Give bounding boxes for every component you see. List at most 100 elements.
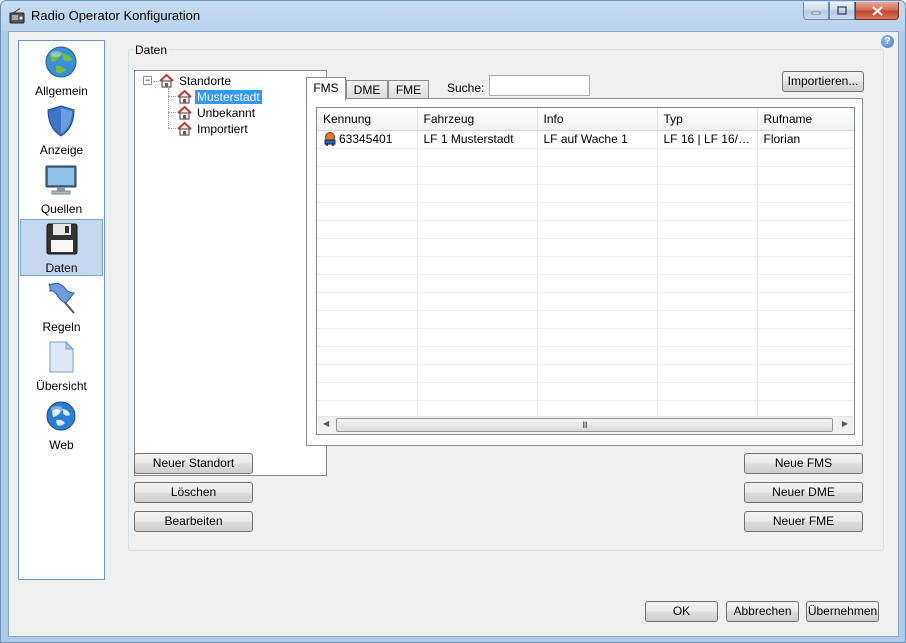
nav-item-web[interactable]: Web [20, 397, 103, 454]
empty-row [317, 274, 854, 293]
nav-panel: Allgemein Anzeige Quellen Daten Regeln Ü… [18, 40, 105, 580]
maximize-button[interactable] [829, 2, 855, 20]
window-controls [803, 2, 899, 20]
loeschen-button[interactable]: Löschen [134, 482, 253, 503]
scroll-right-arrow-icon[interactable]: ▶ [842, 419, 848, 428]
column-header-typ[interactable]: Typ [657, 108, 758, 131]
tree-node-importiert[interactable]: Importiert [177, 121, 250, 137]
shield-icon [47, 105, 75, 137]
help-icon[interactable]: ? [881, 35, 894, 48]
column-header-rufname[interactable]: Rufname [757, 108, 854, 131]
neuer-fme-button[interactable]: Neuer FME [744, 511, 863, 532]
tab-fme[interactable]: FME [388, 80, 429, 99]
empty-row [317, 346, 854, 365]
tree-line [168, 96, 176, 97]
search-input[interactable] [489, 75, 590, 96]
empty-row [317, 238, 854, 257]
close-icon [871, 5, 883, 16]
tree-node-standorte[interactable]: Standorte [159, 73, 233, 89]
tree-node-label: Unbekannt [197, 106, 256, 120]
house-icon [177, 90, 192, 104]
nav-item-uebersicht[interactable]: Übersicht [20, 338, 103, 395]
nav-label: Regeln [42, 320, 81, 334]
bearbeiten-button[interactable]: Bearbeiten [134, 511, 253, 532]
nav-item-regeln[interactable]: Regeln [20, 279, 103, 336]
nav-item-allgemein[interactable]: Allgemein [20, 43, 103, 100]
house-icon [177, 122, 192, 136]
empty-row [317, 166, 854, 185]
floppy-disk-icon [46, 223, 78, 255]
house-icon [159, 74, 174, 88]
empty-row [317, 256, 854, 275]
nav-item-daten[interactable]: Daten [20, 219, 103, 276]
nav-label: Anzeige [39, 143, 84, 157]
fire-truck-icon [324, 132, 336, 146]
house-icon [177, 106, 192, 120]
column-header-fahrzeug[interactable]: Fahrzeug [417, 108, 538, 131]
minimize-icon [811, 11, 821, 14]
tree-node-label: Standorte [179, 74, 232, 88]
nav-label: Allgemein [35, 84, 88, 98]
maximize-icon [837, 5, 847, 15]
neuer-standort-button[interactable]: Neuer Standort [134, 453, 253, 474]
tree-node-unbekannt[interactable]: Unbekannt [177, 105, 257, 121]
title-bar[interactable]: Radio Operator Konfiguration [1, 1, 905, 31]
table-row[interactable]: 63345401 LF 1 Musterstadt LF auf Wache 1… [317, 130, 854, 149]
tab-dme[interactable]: DME [346, 80, 388, 99]
tree-expander-toggle[interactable]: − [143, 76, 152, 85]
empty-row [317, 184, 854, 203]
tab-fms[interactable]: FMS [306, 77, 346, 100]
horizontal-scrollbar[interactable]: ◀ III ▶ [318, 416, 853, 433]
scrollbar-thumb[interactable]: III [336, 418, 833, 432]
window-title: Radio Operator Konfiguration [31, 8, 201, 23]
empty-row [317, 382, 854, 401]
tree-line [168, 112, 176, 113]
nav-item-quellen[interactable]: Quellen [20, 161, 103, 218]
nav-label: Quellen [40, 202, 83, 216]
nav-label: Web [49, 438, 74, 452]
column-header-kennung[interactable]: Kennung [317, 108, 418, 131]
document-icon [49, 340, 75, 373]
ok-button[interactable]: OK [645, 601, 718, 622]
cell-fahrzeug: LF 1 Musterstadt [417, 130, 538, 149]
empty-row [317, 220, 854, 239]
cell-typ: LF 16 | LF 16/12... [657, 130, 758, 149]
tree-line [168, 88, 169, 128]
nav-item-anzeige[interactable]: Anzeige [20, 102, 103, 159]
radio-app-icon [9, 8, 25, 24]
empty-row [317, 202, 854, 221]
fms-data-grid[interactable]: Kennung Fahrzeug Info Typ Rufname 633454… [316, 107, 855, 435]
search-label: Suche: [447, 81, 485, 95]
tree-line [168, 128, 176, 129]
cell-rufname: Florian [757, 130, 854, 149]
cell-text: 63345401 [339, 132, 393, 146]
nav-label: Übersicht [36, 379, 87, 393]
tree-node-label: Importiert [197, 122, 248, 136]
nav-label: Daten [45, 261, 78, 275]
close-button[interactable] [855, 2, 899, 20]
empty-row [317, 148, 854, 167]
abbrechen-button[interactable]: Abbrechen [726, 601, 799, 622]
neuer-dme-button[interactable]: Neuer DME [744, 482, 863, 503]
monitor-icon [45, 165, 77, 195]
group-label: Daten [133, 43, 170, 57]
grid-header-row: Kennung Fahrzeug Info Typ Rufname [317, 108, 854, 131]
web-globe-icon [46, 401, 76, 431]
flag-icon [48, 282, 76, 314]
main-window: Radio Operator Konfiguration ? Allgemein… [0, 0, 906, 643]
location-tree[interactable]: − Standorte Musterstadt Unbekannt Import… [134, 70, 327, 476]
tree-node-musterstadt[interactable]: Musterstadt [177, 89, 262, 105]
globe-icon [45, 46, 77, 78]
empty-row [317, 328, 854, 347]
minimize-button[interactable] [803, 2, 829, 20]
importieren-button[interactable]: Importieren... [782, 71, 864, 92]
uebernehmen-button[interactable]: Übernehmen [806, 601, 879, 622]
empty-row [317, 310, 854, 329]
cell-info: LF auf Wache 1 [537, 130, 658, 149]
cell-kennung: 63345401 [317, 130, 418, 149]
empty-row [317, 364, 854, 383]
column-header-info[interactable]: Info [537, 108, 658, 131]
dialog-client-area: ? Allgemein Anzeige Quellen Daten Regeln… [8, 31, 899, 637]
scroll-left-arrow-icon[interactable]: ◀ [323, 419, 329, 428]
neue-fms-button[interactable]: Neue FMS [744, 453, 863, 474]
